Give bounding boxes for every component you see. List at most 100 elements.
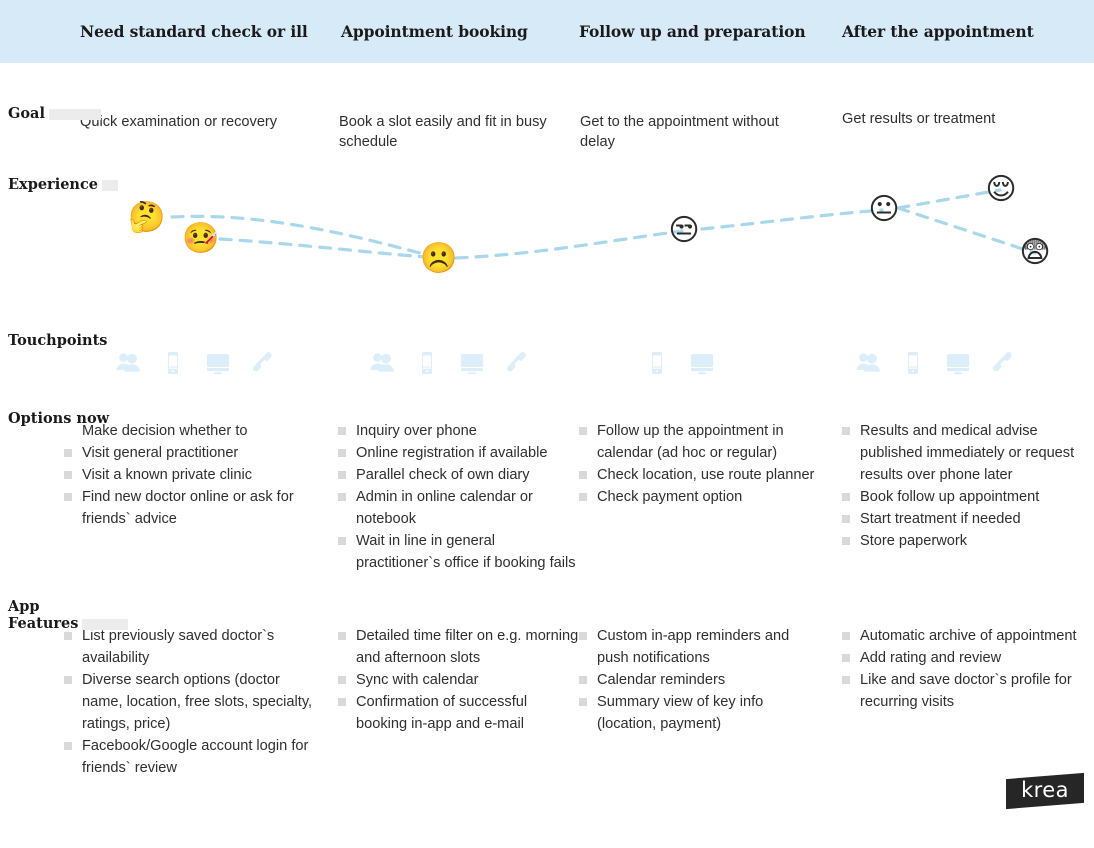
list-item: Online registration if available [332, 442, 582, 464]
options-now-list-3: Follow up the appointment in calendar (a… [573, 420, 818, 508]
people-icon [116, 353, 140, 372]
row-label-goal-text: Goal [8, 105, 45, 122]
list-item: Follow up the appointment in calendar (a… [573, 420, 818, 464]
people-icon [370, 353, 394, 372]
list-item: Visit a known private clinic [58, 464, 320, 486]
list-item: Sync with calendar [332, 669, 582, 691]
list-item: Check location, use route planner [573, 464, 818, 486]
goal-text-3: Get to the appointment without delay [580, 114, 779, 150]
mobile-icon [652, 352, 662, 374]
bullet-square-icon [842, 676, 850, 684]
app-features-list-1: List previously saved doctor`s availabil… [58, 625, 320, 779]
journey-segment-to-neutral [700, 208, 884, 231]
list-item-label: Summary view of key info (location, paym… [597, 694, 764, 732]
stage-title-2: Appointment booking [341, 22, 528, 41]
goal-text-2: Book a slot easily and fit in busy sched… [339, 114, 547, 150]
list-item-label: Find new doctor online or ask for friend… [82, 489, 294, 527]
options-now-list-4: Results and medical advise published imm… [836, 420, 1076, 552]
options-now-list-1: Make decision whether to Visit general pr… [58, 420, 320, 530]
emoji-relieved-face: 😌 [985, 172, 1017, 207]
mobile-icon [168, 352, 178, 374]
list-item-label: Check location, use route planner [597, 467, 815, 483]
touchpoints-column-4 [855, 350, 1016, 376]
mobile-icon [908, 352, 918, 374]
journey-segment-mid [454, 229, 684, 260]
journey-segment-branch-down [896, 206, 1037, 255]
list-item-label: Store paperwork [860, 533, 968, 549]
list-item-label: Diverse search options (doctor name, loc… [82, 672, 313, 732]
list-item: Diverse search options (doctor name, loc… [58, 669, 320, 735]
list-item: Custom in-app reminders and push notific… [573, 625, 818, 669]
row-label-experience-text: Experience [8, 176, 99, 193]
row-label-options-now-text: Options now [8, 410, 110, 427]
list-item-label: Confirmation of successful booking in-ap… [356, 694, 528, 732]
krea-logo: krea [1006, 772, 1084, 810]
row-label-touchpoints-text: Touchpoints [8, 332, 108, 349]
list-item-label: Parallel check of own diary [356, 467, 530, 483]
bullet-square-icon [338, 632, 346, 640]
krea-logo-text: krea [1021, 778, 1069, 802]
list-item-label: Results and medical advise published imm… [860, 423, 1075, 483]
row-label-app-features: App Features [8, 581, 129, 632]
list-item-label: Facebook/Google account login for friend… [82, 738, 309, 776]
touchpoints-column-1 [115, 350, 276, 376]
bullet-square-icon [338, 427, 346, 435]
list-item-label: Start treatment if needed [860, 511, 1021, 527]
row-label-experience: Experience [8, 159, 119, 193]
desktop-icon [461, 354, 483, 375]
list-item-label: Wait in line in general practitioner`s o… [356, 533, 576, 571]
list-item: Inquiry over phone [332, 420, 582, 442]
bullet-square-icon [842, 515, 850, 523]
bullet-square-icon [338, 471, 346, 479]
bullet-square-icon [338, 676, 346, 684]
list-item-label: Book follow up appointment [860, 489, 1040, 505]
row-label-app-features-text: App Features [8, 598, 79, 632]
bullet-square-icon [579, 676, 587, 684]
list-item-label: Admin in online calendar or notebook [356, 489, 533, 527]
list-item: Parallel check of own diary [332, 464, 582, 486]
goal-text-4: Get results or treatment [842, 111, 996, 127]
list-item: Like and save doctor`s profile for recur… [836, 669, 1081, 713]
stage-title-3: Follow up and preparation [579, 22, 806, 41]
bullet-square-icon [579, 632, 587, 640]
row-label-app-features-highlight [82, 618, 129, 630]
app-features-list-3: Custom in-app reminders and push notific… [573, 625, 818, 735]
bullet-square-icon [579, 427, 587, 435]
bullet-square-icon [842, 632, 850, 640]
desktop-icon [947, 354, 969, 375]
list-item: Store paperwork [836, 530, 1076, 552]
bullet-square-icon [64, 449, 72, 457]
emoji-frowning-face: ☹️ [420, 241, 458, 276]
row-label-goal-highlight [48, 108, 101, 120]
bullet-square-icon [64, 742, 72, 750]
list-item: Calendar reminders [573, 669, 818, 691]
bullet-square-icon [579, 493, 587, 501]
list-item: Automatic archive of appointment [836, 625, 1081, 647]
list-item: Detailed time filter on e.g. morning and… [332, 625, 582, 669]
mobile-icon [422, 352, 432, 374]
experience-journey: 🤔 🤒 ☹️ 😒 😐 😌 😨 [0, 160, 1094, 300]
app-features-list-2: Detailed time filter on e.g. morning and… [332, 625, 582, 735]
list-item-label: Follow up the appointment in calendar (a… [597, 423, 784, 461]
emoji-disappointed-face: 😒 [668, 213, 700, 248]
phone-icon [993, 351, 1012, 372]
bullet-square-icon [579, 471, 587, 479]
bullet-square-icon [64, 493, 72, 501]
list-item: Add rating and review [836, 647, 1081, 669]
emoji-neutral-face: 😐 [868, 192, 900, 227]
bullet-square-icon [64, 676, 72, 684]
bullet-square-icon [338, 698, 346, 706]
list-item: Facebook/Google account login for friend… [58, 735, 320, 779]
list-item: Admin in online calendar or notebook [332, 486, 582, 530]
row-label-goal: Goal [8, 88, 101, 122]
list-item-label: Sync with calendar [356, 672, 479, 688]
list-item: Confirmation of successful booking in-ap… [332, 691, 582, 735]
journey-segment-lower-start [218, 237, 440, 260]
list-item: Book follow up appointment [836, 486, 1076, 508]
bullet-square-icon [338, 493, 346, 501]
emoji-thinking-face: 🤔 [128, 200, 166, 235]
list-item-label: Online registration if available [356, 445, 548, 461]
list-item-label: Visit general practitioner [82, 445, 239, 461]
list-item-label: Automatic archive of appointment [860, 628, 1077, 644]
row-label-options-now: Options now [8, 393, 109, 427]
